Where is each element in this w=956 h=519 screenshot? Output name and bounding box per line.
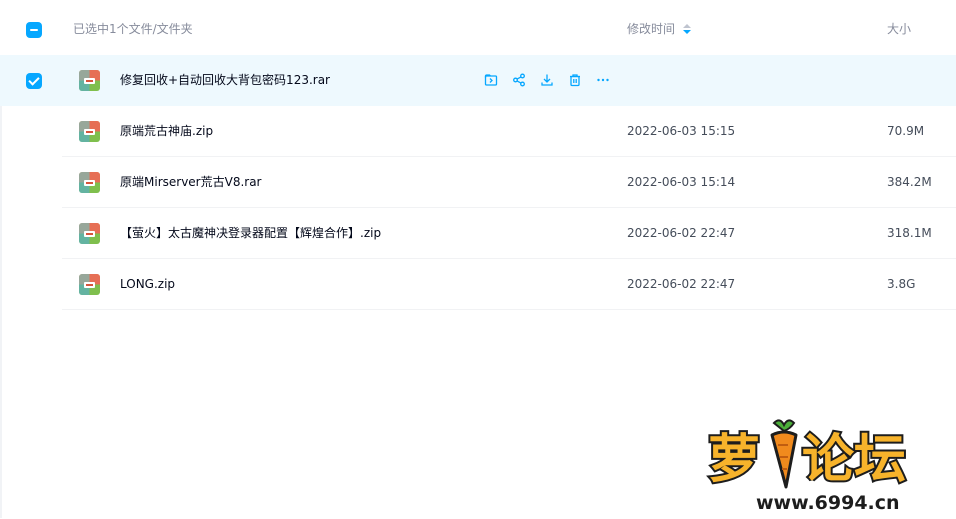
file-size: 3.8G [887, 277, 916, 291]
partial-check-icon [30, 29, 38, 31]
share-icon[interactable] [511, 72, 527, 88]
file-name[interactable]: 修复回收+自动回收大背包密码123.rar [120, 71, 330, 89]
check-icon [28, 74, 40, 86]
row-action-bar [483, 72, 611, 88]
row-checkbox[interactable] [26, 73, 42, 89]
archive-file-icon [79, 172, 100, 193]
file-row[interactable]: 【萤火】太古魔神决登录器配置【辉煌合作】.zip 2022-06-02 22:4… [0, 208, 956, 259]
file-mtime: 2022-06-03 15:15 [627, 124, 736, 138]
carrot-icon [770, 419, 798, 489]
share-folder-icon[interactable] [483, 72, 499, 88]
file-size: 384.2M [887, 175, 932, 189]
file-mtime: 2022-06-02 22:47 [627, 277, 736, 291]
delete-icon[interactable] [567, 72, 583, 88]
sort-icon[interactable] [683, 24, 692, 34]
file-size: 70.9M [887, 124, 925, 138]
selection-count-label: 已选中1个文件/文件夹 [73, 22, 193, 36]
column-header-mtime-label: 修改时间 [627, 22, 676, 36]
row-divider [62, 309, 956, 310]
file-row[interactable]: 修复回收+自动回收大背包密码123.rar [0, 55, 956, 106]
file-name[interactable]: 原端荒古神庙.zip [120, 122, 213, 140]
file-row[interactable]: 原端荒古神庙.zip 2022-06-03 15:15 70.9M [0, 106, 956, 157]
archive-file-icon [79, 121, 100, 142]
file-row[interactable]: LONG.zip 2022-06-02 22:47 3.8G [0, 259, 956, 310]
archive-file-icon [79, 274, 100, 295]
column-header-mtime[interactable]: 修改时间 [627, 20, 692, 38]
svg-text:萝: 萝 [708, 430, 760, 490]
file-mtime: 2022-06-02 22:47 [627, 226, 736, 240]
sort-desc-arrow [683, 30, 692, 34]
file-list-header: 已选中1个文件/文件夹 修改时间 大小 [0, 0, 956, 56]
file-name[interactable]: LONG.zip [120, 275, 175, 293]
file-size: 318.1M [887, 226, 932, 240]
select-all-checkbox[interactable] [26, 22, 42, 38]
svg-text:论坛: 论坛 [802, 430, 906, 490]
svg-text:www.6994.cn: www.6994.cn [756, 492, 900, 514]
more-icon[interactable] [595, 72, 611, 88]
file-name[interactable]: 原端Mirserver荒古V8.rar [120, 173, 262, 191]
column-header-size[interactable]: 大小 [887, 20, 911, 38]
file-row[interactable]: 原端Mirserver荒古V8.rar 2022-06-03 15:14 384… [0, 157, 956, 208]
sort-asc-arrow [683, 24, 692, 28]
archive-file-icon [79, 223, 100, 244]
watermark-logo: 萝 论坛 www.6994.cn [706, 415, 942, 516]
file-mtime: 2022-06-03 15:14 [627, 175, 736, 189]
archive-file-icon [79, 70, 100, 91]
download-icon[interactable] [539, 72, 555, 88]
file-name[interactable]: 【萤火】太古魔神决登录器配置【辉煌合作】.zip [120, 224, 381, 242]
